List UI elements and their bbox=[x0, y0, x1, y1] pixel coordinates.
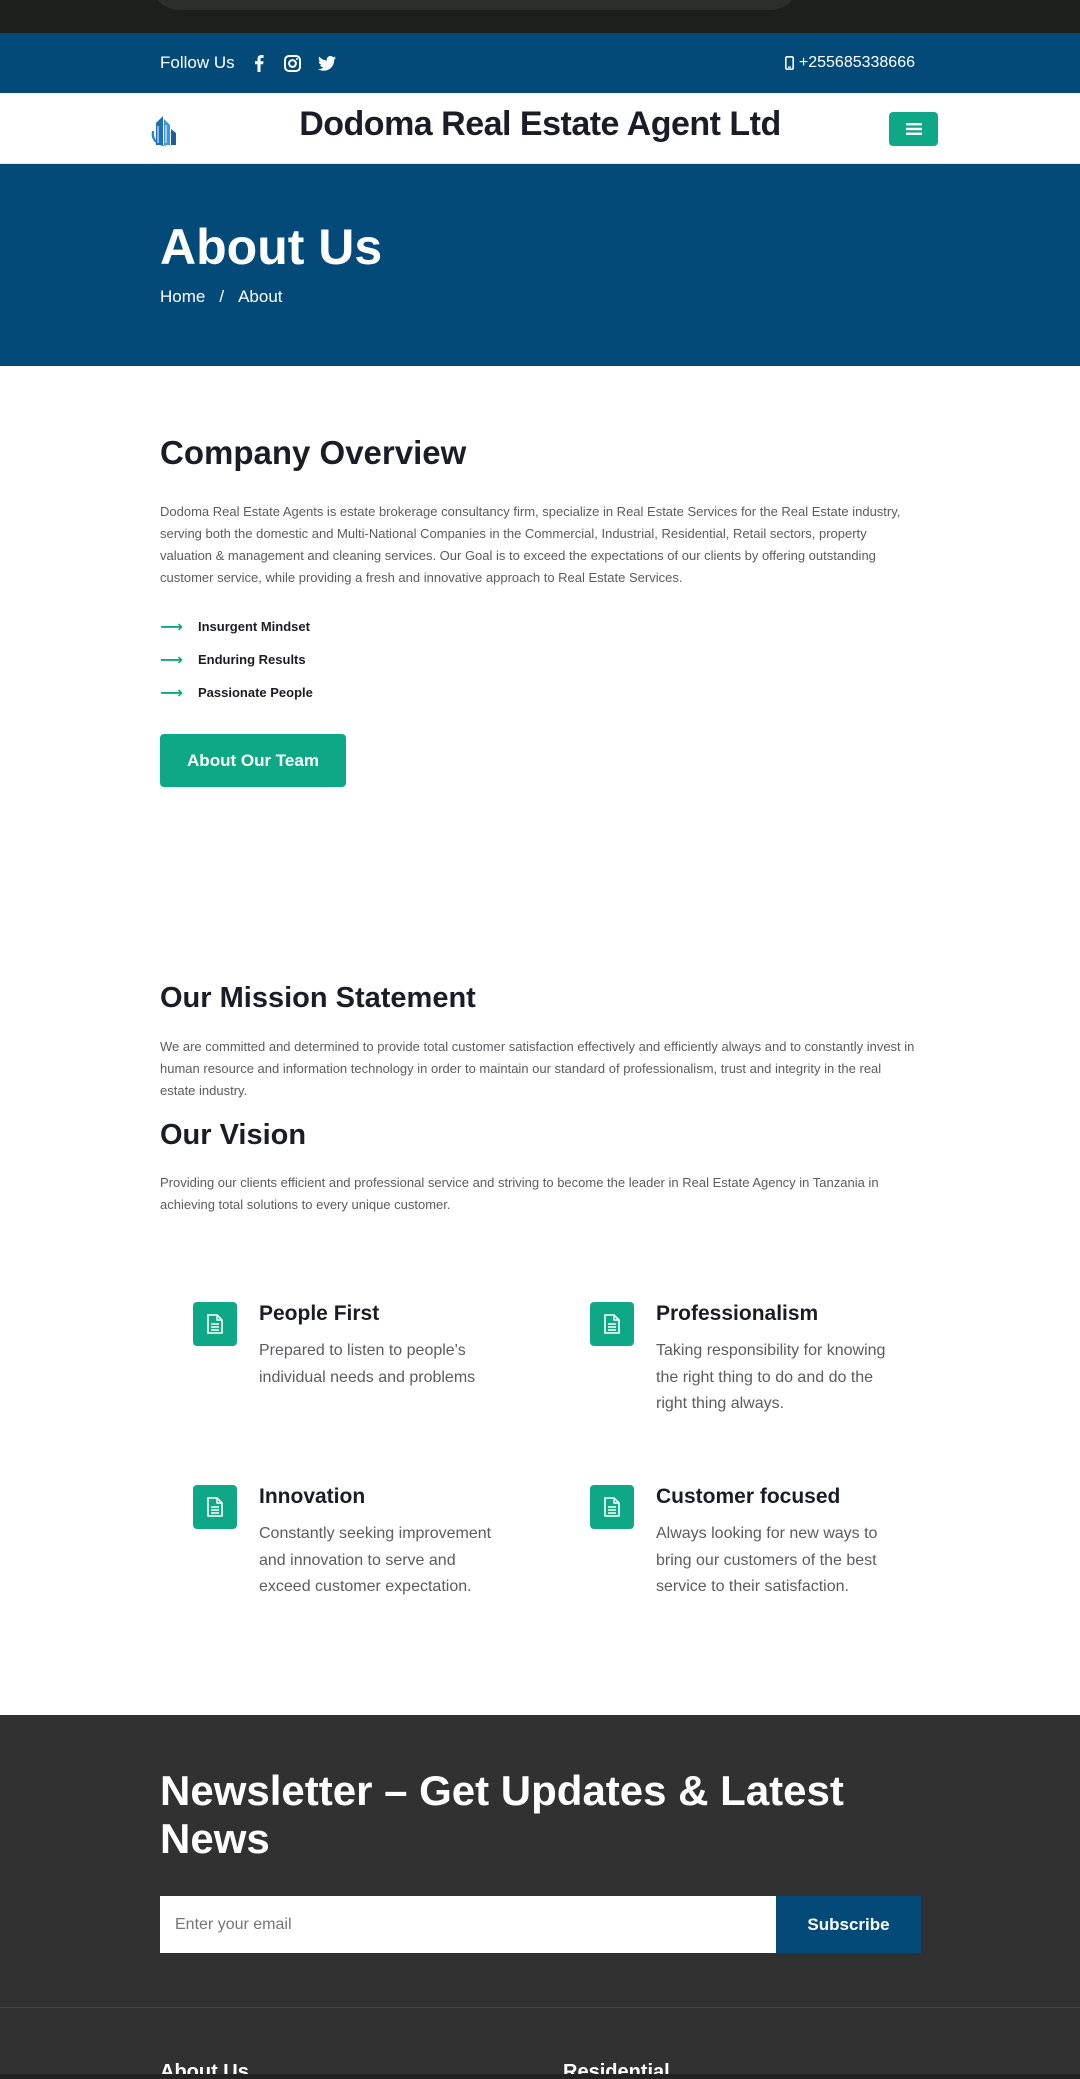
document-icon bbox=[590, 1485, 634, 1529]
breadcrumb-separator: / bbox=[219, 287, 225, 306]
feature-item: ⟶ Enduring Results bbox=[160, 643, 920, 676]
value-text: Always looking for new ways to bring our… bbox=[656, 1525, 878, 1595]
breadcrumb-home[interactable]: Home bbox=[160, 287, 205, 307]
mission-text: We are committed and determined to provi… bbox=[160, 1039, 915, 1098]
footer-bottom-bar bbox=[0, 2074, 1080, 2079]
overview-text: Dodoma Real Estate Agents is estate brok… bbox=[160, 504, 901, 585]
value-title: People First bbox=[259, 1302, 380, 1325]
breadcrumb: Home / About bbox=[160, 287, 283, 307]
top-bar: Follow Us +255685338666 bbox=[0, 33, 1080, 93]
phone-number: +255685338666 bbox=[798, 54, 915, 71]
newsletter-email-input[interactable] bbox=[160, 1896, 776, 1953]
twitter-icon[interactable] bbox=[317, 53, 337, 73]
subscribe-button[interactable]: Subscribe bbox=[776, 1896, 921, 1953]
document-icon bbox=[193, 1485, 237, 1529]
menu-toggle-button[interactable] bbox=[889, 112, 938, 146]
newsletter-section: Newsletter – Get Updates & Latest News S… bbox=[0, 1715, 1080, 2007]
overview-text-block: Dodoma Real Estate Agents is estate brok… bbox=[160, 501, 920, 589]
site-header: Dodoma Real Estate Agent Ltd bbox=[0, 93, 1080, 164]
about-our-team-button[interactable]: About Our Team bbox=[160, 734, 346, 787]
feature-label: Passionate People bbox=[198, 685, 313, 700]
follow-us-label: Follow Us bbox=[160, 53, 235, 72]
overview-title: Company Overview bbox=[160, 434, 467, 471]
document-icon bbox=[590, 1302, 634, 1346]
feature-item: ⟶ Insurgent Mindset bbox=[160, 610, 920, 643]
company-overview-section: Company Overview bbox=[160, 434, 920, 472]
feature-label: Enduring Results bbox=[198, 652, 306, 667]
document-icon bbox=[193, 1302, 237, 1346]
value-title: Innovation bbox=[259, 1485, 366, 1508]
hamburger-icon bbox=[905, 122, 922, 136]
newsletter-title: Newsletter – Get Updates & Latest News bbox=[160, 1767, 844, 1862]
value-text: Prepared to listen to people's individua… bbox=[259, 1342, 476, 1386]
top-strip-pill bbox=[150, 0, 800, 10]
top-strip bbox=[0, 0, 1080, 33]
vision-section: Our Vision bbox=[160, 1119, 920, 1152]
facebook-icon[interactable] bbox=[249, 53, 269, 73]
arrow-right-icon: ⟶ bbox=[160, 651, 183, 669]
value-text: Constantly seeking improvement and innov… bbox=[259, 1525, 492, 1595]
follow-us: Follow Us bbox=[160, 33, 337, 93]
vision-text: Providing our clients efficient and prof… bbox=[160, 1175, 879, 1212]
feature-label: Insurgent Mindset bbox=[198, 619, 310, 634]
site-footer: About Us Residential bbox=[0, 2007, 1080, 2079]
page-hero: About Us Home / About bbox=[0, 164, 1080, 366]
arrow-right-icon: ⟶ bbox=[160, 618, 183, 636]
mission-title: Our Mission Statement bbox=[160, 982, 476, 1014]
value-title: Professionalism bbox=[656, 1302, 819, 1325]
feature-list: ⟶ Insurgent Mindset ⟶ Enduring Results ⟶ Pa… bbox=[160, 610, 920, 709]
page-title: About Us bbox=[160, 219, 383, 275]
value-text: Taking responsibility for knowing the ri… bbox=[656, 1342, 886, 1412]
vision-text-block: Providing our clients efficient and prof… bbox=[160, 1172, 920, 1216]
breadcrumb-current: About bbox=[238, 287, 283, 306]
phone-contact[interactable]: +255685338666 bbox=[784, 33, 915, 93]
feature-item: ⟶ Passionate People bbox=[160, 676, 920, 709]
mission-text-block: We are committed and determined to provi… bbox=[160, 1036, 920, 1102]
arrow-right-icon: ⟶ bbox=[160, 684, 183, 702]
value-title: Customer focused bbox=[656, 1485, 841, 1508]
mobile-phone-icon bbox=[784, 56, 794, 70]
instagram-icon[interactable] bbox=[283, 53, 303, 73]
vision-title: Our Vision bbox=[160, 1119, 307, 1151]
mission-section: Our Mission Statement bbox=[160, 982, 920, 1015]
